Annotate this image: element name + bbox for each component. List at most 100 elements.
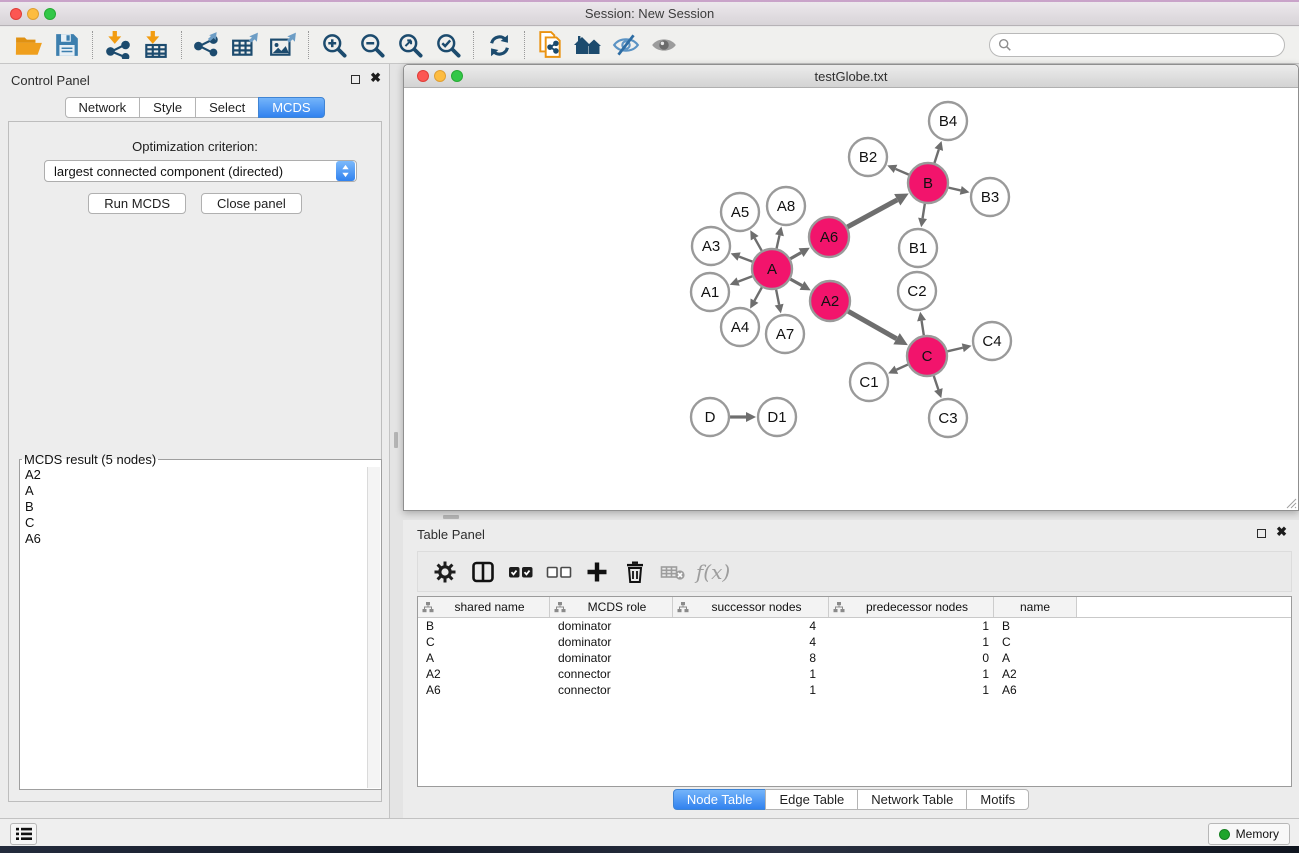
graph-edge-C-C4[interactable] [947, 343, 971, 352]
column-header-successor-nodes[interactable]: successor nodes [673, 597, 829, 617]
table-cell[interactable]: A [418, 650, 550, 666]
zoom-fit-button[interactable] [391, 29, 429, 61]
graph-node-A5[interactable]: A5 [721, 193, 759, 231]
table-settings-button[interactable] [426, 555, 464, 589]
criterion-dropdown[interactable]: largest connected component (directed) [44, 160, 357, 182]
search-field[interactable] [989, 33, 1285, 57]
table-cell[interactable]: A [994, 650, 1077, 666]
task-history-button[interactable] [10, 823, 37, 845]
show-columns-button[interactable] [464, 555, 502, 589]
network-canvas[interactable]: B4B2BB3A8A5A6A3B1AA1C2A2A4A7C4CC1C3DD1 [404, 88, 1298, 510]
graph-node-C4[interactable]: C4 [973, 322, 1011, 360]
resize-grip-icon[interactable] [1284, 496, 1297, 509]
graph-node-B[interactable]: B [908, 163, 948, 203]
table-row-c[interactable]: Cdominator41C [418, 634, 1291, 650]
table-cell[interactable]: 1 [829, 682, 994, 698]
delete-column-button[interactable] [616, 555, 654, 589]
memory-button[interactable]: Memory [1208, 823, 1290, 845]
graph-edge-D-D1[interactable] [730, 412, 756, 422]
graph-node-B2[interactable]: B2 [849, 138, 887, 176]
tab-edge-table[interactable]: Edge Table [765, 789, 858, 810]
table-cell[interactable]: C [994, 634, 1077, 650]
close-table-panel-icon[interactable]: ✖ [1276, 524, 1287, 540]
mcds-result-item-b[interactable]: B [21, 499, 367, 515]
mcds-result-item-c[interactable]: C [21, 515, 367, 531]
table-cell[interactable]: 1 [673, 682, 829, 698]
graph-node-A1[interactable]: A1 [691, 273, 729, 311]
table-cell[interactable]: A6 [418, 682, 550, 698]
graph-edge-A2-C[interactable] [848, 311, 908, 345]
search-input[interactable] [1012, 38, 1276, 52]
table-cell[interactable]: B [418, 618, 550, 634]
table-cell[interactable]: 8 [673, 650, 829, 666]
home-button[interactable] [569, 29, 607, 61]
vertical-splitter-handle[interactable] [394, 432, 398, 448]
table-cell[interactable]: connector [550, 666, 673, 682]
graph-edge-C-C2[interactable] [917, 312, 926, 335]
clone-network-button[interactable] [531, 29, 569, 61]
table-cell[interactable]: 0 [829, 650, 994, 666]
graph-node-C[interactable]: C [907, 336, 947, 376]
table-cell[interactable]: 1 [673, 666, 829, 682]
graph-node-A7[interactable]: A7 [766, 315, 804, 353]
table-cell[interactable]: dominator [550, 618, 673, 634]
graph-edge-A6-B[interactable] [847, 194, 908, 227]
table-cell[interactable]: A2 [994, 666, 1077, 682]
table-cell[interactable]: connector [550, 682, 673, 698]
graph-edge-C-C3[interactable] [934, 376, 943, 398]
graph-edge-A-A2[interactable] [790, 279, 810, 290]
table-cell[interactable]: dominator [550, 650, 673, 666]
graph-node-A3[interactable]: A3 [692, 227, 730, 265]
close-panel-icon[interactable]: ✖ [370, 70, 381, 86]
add-column-button[interactable] [578, 555, 616, 589]
graph-edge-A-A1[interactable] [730, 276, 753, 285]
mcds-result-item-a6[interactable]: A6 [21, 531, 367, 547]
deselect-all-button[interactable] [540, 555, 578, 589]
table-cell[interactable]: 4 [673, 618, 829, 634]
select-all-button[interactable] [502, 555, 540, 589]
graph-node-C2[interactable]: C2 [898, 272, 936, 310]
graph-edge-A-A7[interactable] [775, 290, 784, 314]
export-table-button[interactable] [226, 29, 264, 61]
graph-edge-A-A6[interactable] [790, 248, 810, 259]
graph-edge-B-B2[interactable] [887, 165, 908, 175]
table-cell[interactable]: B [994, 618, 1077, 634]
table-cell[interactable]: dominator [550, 634, 673, 650]
column-header-predecessor-nodes[interactable]: predecessor nodes [829, 597, 994, 617]
mcds-result-item-a2[interactable]: A2 [21, 467, 367, 483]
graph-node-B3[interactable]: B3 [971, 178, 1009, 216]
show-panel-button[interactable] [645, 29, 683, 61]
save-session-button[interactable] [48, 29, 86, 61]
tab-network-table[interactable]: Network Table [857, 789, 967, 810]
float-table-panel-icon[interactable] [1257, 529, 1266, 538]
tab-select[interactable]: Select [195, 97, 259, 118]
run-mcds-button[interactable]: Run MCDS [88, 193, 186, 214]
import-network-button[interactable] [99, 29, 137, 61]
graph-edge-A-A5[interactable] [750, 230, 761, 250]
horizontal-splitter-handle[interactable] [443, 515, 459, 519]
result-list-scrollbar[interactable] [367, 467, 380, 788]
table-cell[interactable]: 1 [829, 618, 994, 634]
table-row-b[interactable]: Bdominator41B [418, 618, 1291, 634]
graph-edge-A-A8[interactable] [775, 226, 784, 248]
import-table-button[interactable] [137, 29, 175, 61]
graph-edge-B-B4[interactable] [934, 141, 943, 163]
tab-node-table[interactable]: Node Table [673, 789, 767, 810]
table-cell[interactable]: 1 [829, 634, 994, 650]
close-panel-button[interactable]: Close panel [201, 193, 302, 214]
graph-node-C1[interactable]: C1 [850, 363, 888, 401]
function-builder-button[interactable]: f(x) [692, 555, 730, 589]
tab-style[interactable]: Style [139, 97, 196, 118]
zoom-selected-button[interactable] [429, 29, 467, 61]
column-header-mcds-role[interactable]: MCDS role [550, 597, 673, 617]
graph-node-A6[interactable]: A6 [809, 217, 849, 257]
graph-edge-A-A4[interactable] [750, 287, 762, 308]
tab-motifs[interactable]: Motifs [966, 789, 1029, 810]
delete-table-button[interactable] [654, 555, 692, 589]
float-panel-icon[interactable] [351, 75, 360, 84]
column-header-shared-name[interactable]: shared name [418, 597, 550, 617]
graph-edge-C-C1[interactable] [888, 365, 908, 374]
column-header-name[interactable]: name [994, 597, 1077, 617]
zoom-in-button[interactable] [315, 29, 353, 61]
graph-node-A4[interactable]: A4 [721, 308, 759, 346]
